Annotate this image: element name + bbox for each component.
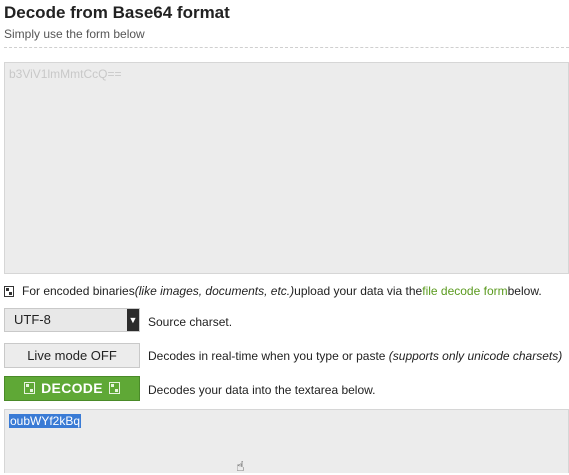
hand-cursor-icon: ☝ [236,458,245,474]
file-icon [4,285,14,297]
file-decode-form-link[interactable]: file decode form [422,284,507,298]
divider [4,47,569,48]
file-note-prefix: For encoded binaries [22,284,135,298]
decode-button[interactable]: DECODE [4,376,140,401]
decode-description: Decodes your data into the textarea belo… [148,383,376,397]
charset-label: Source charset. [148,315,233,329]
decode-left-icon [24,382,36,394]
charset-selected-value: UTF-8 [14,312,51,327]
decoded-output-textarea[interactable]: oubWYf2kBq [4,409,569,473]
file-decode-note: For encoded binaries (like images, docum… [4,284,542,298]
input-placeholder: b3ViV1lmMmtCcQ== [9,67,122,81]
page-subtitle: Simply use the form below [4,27,145,41]
base64-input-textarea[interactable]: b3ViV1lmMmtCcQ== [4,62,569,274]
decoded-output-value: oubWYf2kBq [9,414,82,428]
file-note-suffix: below. [507,284,542,298]
decode-right-icon [108,382,120,394]
charset-select[interactable]: UTF-8 ▼ [4,308,140,332]
file-note-middle: upload your data via the [294,284,423,298]
file-note-italic: (like images, documents, etc.) [134,284,295,298]
decode-button-label: DECODE [41,380,103,396]
live-mode-description-text: Decodes in real-time when you type or pa… [148,349,389,363]
chevron-down-icon[interactable]: ▼ [127,309,139,331]
live-mode-description-italic: (supports only unicode charsets) [388,349,563,363]
live-mode-description: Decodes in real-time when you type or pa… [148,349,562,363]
page-title: Decode from Base64 format [4,3,230,22]
live-mode-button[interactable]: Live mode OFF [4,343,140,368]
